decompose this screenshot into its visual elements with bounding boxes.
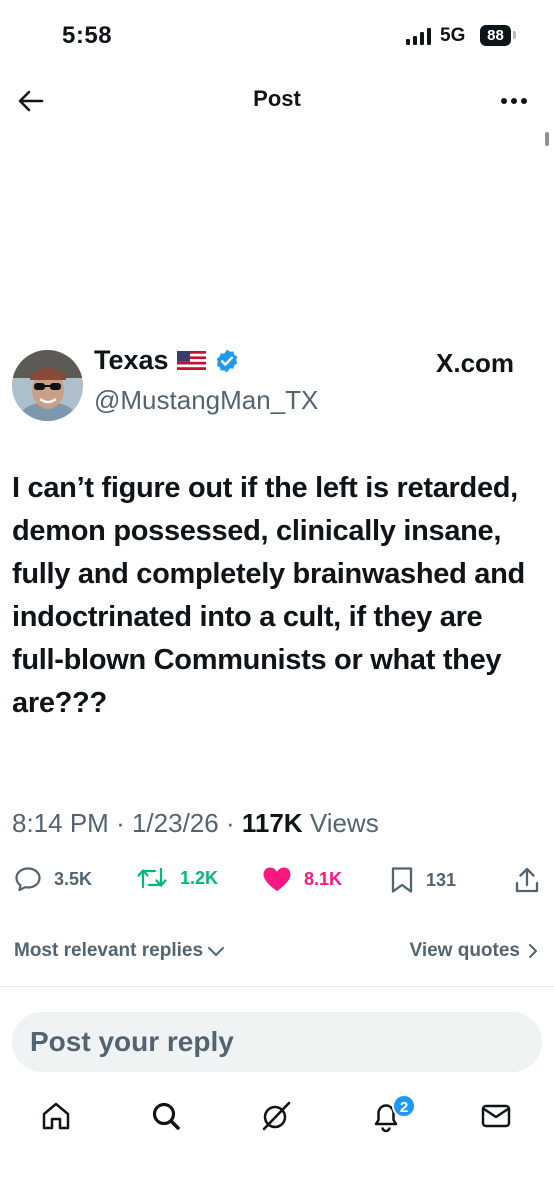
top-header: Post	[0, 78, 554, 122]
avatar[interactable]	[12, 350, 83, 421]
action-bar: 3.5K 1.2K 8.1K 131	[0, 866, 554, 902]
grok-icon	[262, 1101, 291, 1131]
avatar-photo	[12, 350, 83, 421]
search-icon	[152, 1102, 180, 1130]
signal-icon	[406, 28, 431, 45]
views-label: Views	[309, 808, 379, 838]
bottom-nav	[0, 1092, 554, 1142]
nav-grok[interactable]	[256, 1096, 296, 1136]
like-count: 8.1K	[304, 868, 343, 889]
network-label: 5G	[440, 25, 466, 46]
reply-input[interactable]: Post your reply	[12, 1012, 542, 1072]
more-horizontal-icon	[501, 98, 527, 104]
messages-icon	[481, 1104, 511, 1128]
notification-badge: 2	[392, 1094, 416, 1118]
nav-search[interactable]	[146, 1096, 186, 1136]
post-time[interactable]: 8:14 PM	[12, 808, 109, 838]
page-title: Post	[253, 86, 301, 111]
reply-sort-label: Most relevant replies	[14, 940, 204, 961]
reply-icon	[15, 867, 41, 892]
more-options-button[interactable]	[496, 86, 532, 116]
share-icon	[515, 867, 539, 893]
share-button[interactable]	[514, 866, 540, 894]
bookmark-icon	[391, 867, 413, 893]
us-flag-icon	[176, 351, 206, 370]
view-quotes-label: View quotes	[409, 940, 520, 961]
nav-home[interactable]	[36, 1096, 76, 1136]
author-name: Texas	[94, 345, 169, 375]
divider	[0, 986, 554, 987]
reply-count: 3.5K	[54, 868, 93, 889]
battery-nub	[513, 31, 516, 39]
meta-separator: ·	[225, 808, 235, 838]
repost-icon	[137, 867, 167, 889]
repost-button[interactable]: 1.2K	[136, 866, 218, 890]
chevron-right-icon	[529, 944, 537, 958]
status-time: 5:58	[62, 22, 113, 49]
chevron-down-icon	[208, 947, 225, 956]
nav-messages[interactable]	[476, 1096, 516, 1136]
reply-placeholder: Post your reply	[30, 1026, 234, 1057]
bookmark-count: 131	[426, 869, 457, 890]
meta-separator: ·	[116, 808, 125, 838]
heart-icon	[263, 867, 291, 891]
source-label: X.com	[436, 348, 515, 378]
post-text: I can’t figure out if the left is retard…	[12, 472, 525, 719]
verified-badge-icon	[216, 349, 237, 372]
replies-nav: Most relevant replies View quotes	[0, 938, 554, 968]
view-quotes-link[interactable]: View quotes	[409, 940, 538, 962]
home-icon	[42, 1102, 70, 1130]
reply-button[interactable]: 3.5K	[14, 866, 92, 892]
views-count[interactable]: 117K	[242, 808, 303, 838]
reply-sort-dropdown[interactable]: Most relevant replies	[14, 940, 225, 962]
bookmark-button[interactable]: 131	[390, 866, 456, 894]
author-name-row[interactable]: Texas	[94, 345, 240, 376]
post-meta: 8:14 PM · 1/23/26 · 117K Views	[12, 808, 379, 839]
repost-count: 1.2K	[180, 867, 219, 888]
scrollbar[interactable]	[545, 132, 549, 146]
like-button[interactable]: 8.1K	[262, 866, 342, 892]
post-date[interactable]: 1/23/26	[132, 808, 219, 838]
status-bar: 5:58 5G 88	[0, 0, 554, 70]
battery-icon: 88	[480, 25, 511, 46]
author-handle[interactable]: @MustangMan_TX	[94, 385, 318, 416]
